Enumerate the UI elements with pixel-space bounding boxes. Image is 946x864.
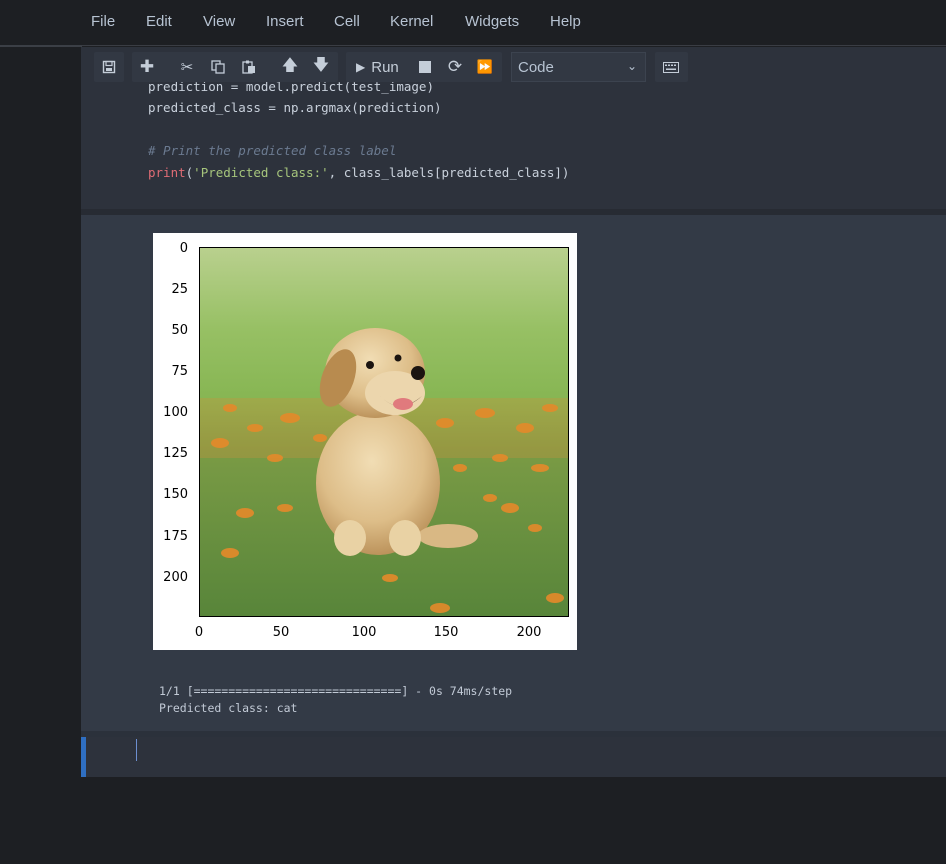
paste-button[interactable] [234,52,264,82]
move-down-button[interactable]: 🡇 [306,52,336,82]
y-tick-label: 100 [163,405,188,420]
y-tick-label: 50 [171,323,188,338]
restart-run-all-button[interactable]: ⏩ [470,52,500,82]
save-icon [102,60,116,74]
cut-button[interactable]: ✂ [172,52,202,82]
code-comment: # Print the predicted class label [148,143,397,158]
play-icon: ▶ [356,60,366,74]
y-tick-label: 175 [163,529,188,544]
code-token: 'Predicted class:' [193,165,329,180]
toolbar: ✚ ✂ 🡅 🡇 ▶ Run ⟳ ⏩ Code ⌄ [0,0,946,82]
puppy-image [199,247,569,617]
code-line-print: print('Predicted class:', class_labels[p… [148,165,569,180]
paste-icon [242,60,255,74]
command-palette-button[interactable] [656,52,686,82]
code-token: print [148,165,186,180]
y-tick-label: 150 [163,487,188,502]
y-tick-label: 0 [179,241,188,256]
fast-forward-icon: ⏩ [476,59,494,75]
plus-icon: ✚ [139,57,155,77]
x-tick-label: 100 [351,625,377,640]
arrow-up-icon: 🡅 [281,54,299,74]
stdout-prediction: Predicted class: cat [159,701,298,715]
cell-type-select[interactable]: Code ⌄ [511,52,646,82]
y-tick-label: 75 [171,364,188,379]
run-label: Run [371,58,399,76]
interrupt-button[interactable] [410,52,440,82]
move-up-button[interactable]: 🡅 [275,52,305,82]
y-tick-label: 25 [171,282,188,297]
y-tick-label: 200 [163,570,188,585]
restart-icon: ⟳ [447,57,463,77]
image-canvas [200,248,568,616]
text-cursor [136,739,137,761]
stdout-progress: 1/1 [==============================] - 0… [159,684,513,698]
y-tick-label: 125 [163,446,188,461]
x-tick-label: 200 [516,625,542,640]
code-token: , class_labels[predicted_class]) [328,165,570,180]
stop-icon [419,61,431,73]
empty-code-cell[interactable] [81,737,946,777]
run-button[interactable]: ▶ Run [348,52,410,82]
save-button[interactable] [94,52,124,82]
scissors-icon: ✂ [180,58,194,76]
copy-button[interactable] [203,52,233,82]
x-tick-label: 150 [433,625,459,640]
insert-cell-button[interactable]: ✚ [132,52,162,82]
restart-button[interactable]: ⟳ [440,52,470,82]
code-line: predicted_class = np.argmax(prediction) [148,100,442,115]
x-tick-label: 0 [194,625,204,640]
x-tick-label: 50 [272,625,290,640]
cell-type-value: Code [518,58,554,76]
arrow-down-icon: 🡇 [312,54,330,74]
copy-icon [211,60,225,74]
keyboard-icon [663,61,679,73]
chevron-down-icon: ⌄ [626,59,637,73]
selected-cell-indicator [81,737,86,777]
